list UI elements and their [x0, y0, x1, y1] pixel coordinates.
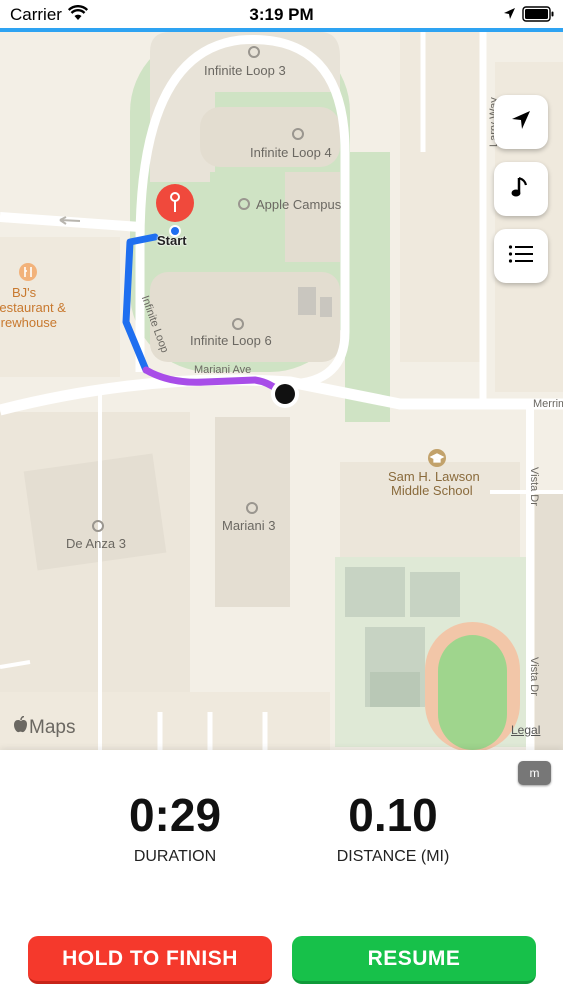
map-label-de-anza-3: De Anza 3	[66, 536, 126, 551]
map-label-apple-campus: Apple Campus	[256, 197, 342, 212]
music-note-icon	[510, 175, 532, 204]
apple-logo-icon	[13, 715, 29, 740]
hold-to-finish-button[interactable]: HOLD TO FINISH	[28, 936, 272, 984]
status-time: 3:19 PM	[249, 5, 314, 24]
location-arrow-icon	[503, 7, 516, 25]
map-label-vista-dr-2: Vista Dr	[528, 657, 540, 696]
map-label-infinite-loop-3: Infinite Loop 3	[204, 63, 286, 78]
duration-label: DURATION	[133, 848, 217, 865]
location-arrow-icon	[510, 109, 532, 136]
locate-button[interactable]	[494, 95, 548, 149]
list-button[interactable]	[494, 229, 548, 283]
map-label-bjs-line3: Brewhouse	[0, 315, 58, 330]
map-label-mariani-ave: Mariani Ave	[194, 364, 252, 376]
maps-attribution-label: Maps	[29, 717, 76, 738]
battery-icon	[522, 6, 554, 27]
legal-link[interactable]: Legal	[511, 723, 540, 737]
map-label-start: Start	[157, 233, 187, 248]
map-label-infinite-loop-6: Infinite Loop 6	[190, 333, 272, 348]
unit-toggle-button[interactable]: m	[518, 761, 551, 785]
distance-label: DISTANCE (MI)	[336, 848, 450, 865]
map-label-infinite-loop-4: Infinite Loop 4	[250, 145, 332, 160]
current-location-dot	[270, 379, 300, 414]
map-label-vista-dr-1: Vista Dr	[528, 467, 540, 506]
duration-value: 0:29	[128, 789, 222, 841]
map-label-bjs-line1: BJ's	[12, 285, 37, 300]
music-button[interactable]	[494, 162, 548, 216]
map-label-sam-lawson-line2: Middle School	[391, 483, 473, 498]
status-bar: Carrier 3:19 PM	[0, 0, 563, 28]
map-label-merriman: Merriman	[533, 398, 563, 410]
status-accent-line	[0, 28, 563, 32]
resume-button[interactable]: RESUME	[292, 936, 536, 984]
map-label-bjs-line2: Restaurant &	[0, 300, 66, 315]
duration-stat: 0:29 DURATION	[75, 788, 275, 866]
list-icon	[508, 244, 534, 269]
map-label-sam-lawson-line1: Sam H. Lawson	[388, 469, 480, 484]
restaurant-icon	[18, 262, 38, 287]
map-view[interactable]: Infinite Loop 3 Infinite Loop 4 Apple Ca…	[0, 32, 563, 750]
distance-stat: 0.10 DISTANCE (MI)	[293, 788, 493, 866]
map-label-mariani-3: Mariani 3	[222, 518, 276, 533]
maps-attribution: Maps	[13, 715, 76, 740]
distance-value: 0.10	[348, 789, 438, 841]
